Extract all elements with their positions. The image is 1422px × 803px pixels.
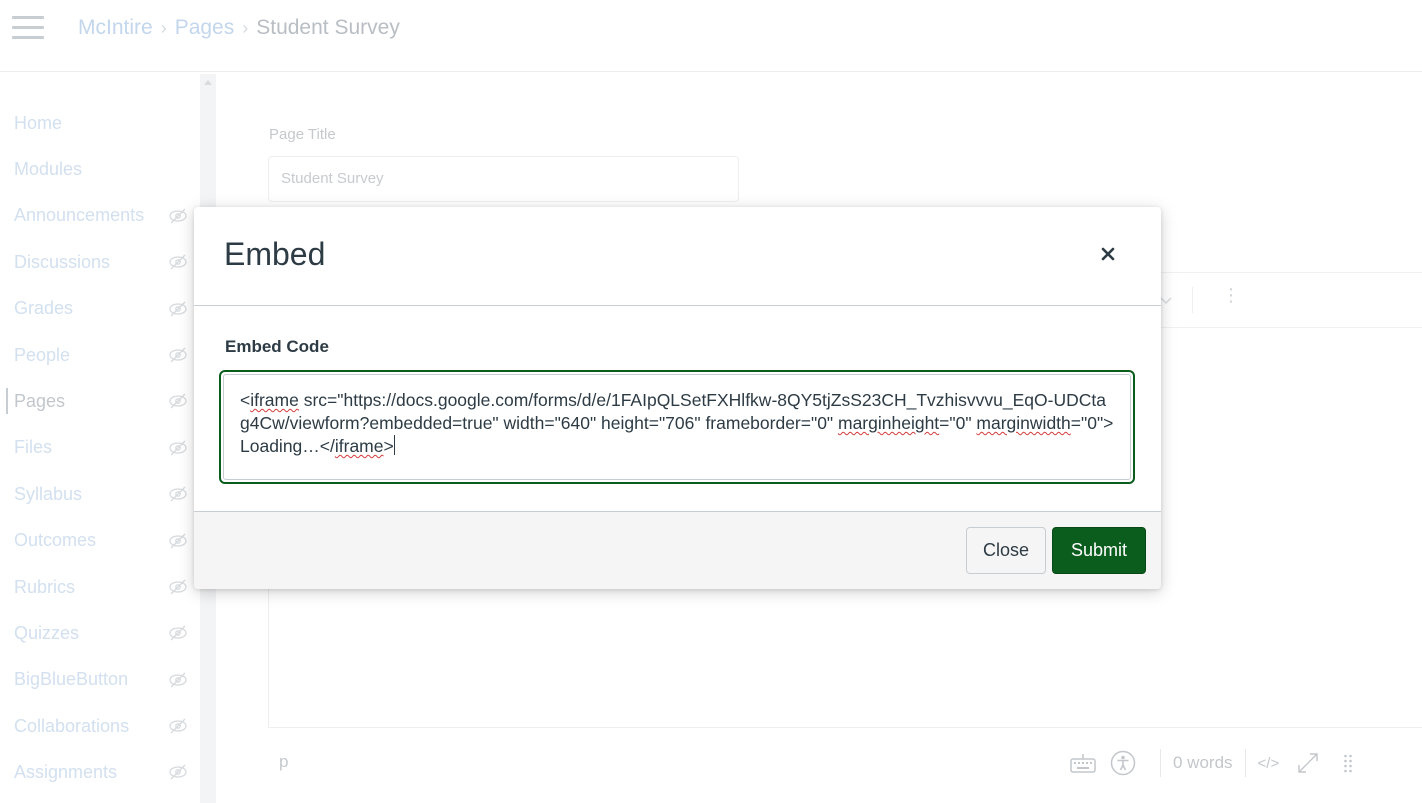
sidebar-item-label: Syllabus xyxy=(14,483,83,504)
modal-body: Embed Code <iframe src="https://docs.goo… xyxy=(194,306,1161,511)
spellcheck-word: iframe xyxy=(250,390,299,410)
embed-modal: Embed Embed Code <iframe src="https://do… xyxy=(194,207,1161,589)
page-title-input[interactable]: Student Survey xyxy=(268,156,739,202)
course-nav: Home Modules Announcements Discussions Grade… xyxy=(0,100,200,796)
sidebar-item-label: Announcements xyxy=(14,205,145,226)
modal-title: Embed xyxy=(224,236,326,272)
spellcheck-word: iframe xyxy=(334,436,384,456)
eye-slash-icon xyxy=(168,485,188,503)
hamburger-icon[interactable] xyxy=(12,16,44,40)
sidebar-item-label: Rubrics xyxy=(14,576,76,597)
word-count: 0 words xyxy=(1173,753,1233,772)
breadcrumb-current: Student Survey xyxy=(256,16,400,39)
breadcrumb-course[interactable]: McIntire xyxy=(78,14,153,42)
sidebar-item-label: Discussions xyxy=(14,251,111,272)
sidebar-item-syllabus[interactable]: Syllabus xyxy=(0,471,200,517)
modal-footer: Close Submit xyxy=(194,511,1161,589)
sidebar-item-label: Collaborations xyxy=(14,715,130,736)
eye-slash-icon xyxy=(168,532,188,550)
eye-slash-icon xyxy=(168,300,188,318)
submit-button[interactable]: Submit xyxy=(1052,527,1146,574)
breadcrumb: McIntire › Pages › Student Survey xyxy=(78,14,400,42)
embed-code-focus-ring: <iframe src="https://docs.google.com/for… xyxy=(219,370,1135,484)
more-options-icon[interactable]: ⋮ xyxy=(1222,285,1240,306)
sidebar-item-label: BigBlueButton xyxy=(14,669,129,690)
breadcrumb-pages[interactable]: Pages xyxy=(175,14,235,42)
sidebar-item-label: Quizzes xyxy=(14,622,80,643)
html-editor-toggle[interactable]: </> xyxy=(1258,755,1280,772)
toolbar-divider xyxy=(1192,287,1193,313)
sidebar-item-quizzes[interactable]: Quizzes xyxy=(0,610,200,656)
embed-code-textarea[interactable]: <iframe src="https://docs.google.com/for… xyxy=(223,374,1131,480)
drag-handle-icon[interactable] xyxy=(1333,748,1363,778)
chevron-down-icon[interactable] xyxy=(1160,293,1172,308)
sidebar-item-label: Grades xyxy=(14,298,74,319)
eye-slash-icon xyxy=(168,717,188,735)
eye-slash-icon xyxy=(168,253,188,271)
sidebar-item-bigbluebutton[interactable]: BigBlueButton xyxy=(0,657,200,703)
close-icon[interactable] xyxy=(1091,237,1125,271)
sidebar-item-label: Assignments xyxy=(14,762,118,783)
eye-slash-icon xyxy=(168,346,188,364)
spellcheck-word: marginwidth xyxy=(976,413,1071,433)
top-bar: McIntire › Pages › Student Survey xyxy=(0,0,1422,72)
accessibility-icon[interactable] xyxy=(1108,748,1138,778)
eye-slash-icon xyxy=(168,207,188,225)
embed-code-label: Embed Code xyxy=(225,337,329,356)
text-caret xyxy=(393,435,395,455)
close-button[interactable]: Close xyxy=(966,527,1046,574)
sidebar-item-modules[interactable]: Modules xyxy=(0,146,200,192)
sidebar-item-label: Modules xyxy=(14,159,83,180)
chevron-right-icon: › xyxy=(160,18,167,38)
sidebar-item-rubrics[interactable]: Rubrics xyxy=(0,564,200,610)
keyboard-icon[interactable] xyxy=(1068,748,1098,778)
eye-slash-icon xyxy=(168,671,188,689)
eye-slash-icon xyxy=(168,392,188,410)
page-title-label: Page Title xyxy=(269,126,336,143)
scroll-up-icon[interactable] xyxy=(204,80,212,85)
eye-slash-icon xyxy=(168,439,188,457)
sidebar-item-grades[interactable]: Grades xyxy=(0,286,200,332)
chevron-right-icon: › xyxy=(242,18,249,38)
editor-path[interactable]: p xyxy=(279,752,288,772)
editor-status-bar: 0 words </> xyxy=(1068,745,1363,781)
eye-slash-icon xyxy=(168,624,188,642)
sidebar-item-label: Outcomes xyxy=(14,530,97,551)
eye-slash-icon xyxy=(168,578,188,596)
sidebar-item-outcomes[interactable]: Outcomes xyxy=(0,518,200,564)
spellcheck-word: marginheight xyxy=(838,413,940,433)
fullscreen-icon[interactable] xyxy=(1293,748,1323,778)
sidebar-item-discussions[interactable]: Discussions xyxy=(0,239,200,285)
sidebar-item-collaborations[interactable]: Collaborations xyxy=(0,703,200,749)
sidebar-item-assignments[interactable]: Assignments xyxy=(0,749,200,795)
sidebar-item-home[interactable]: Home xyxy=(0,100,200,146)
sidebar-item-label: Pages xyxy=(14,391,66,412)
modal-header: Embed xyxy=(194,207,1161,306)
sidebar-item-pages[interactable]: Pages xyxy=(0,378,200,424)
sidebar-item-announcements[interactable]: Announcements xyxy=(0,193,200,239)
sidebar-item-label: Files xyxy=(14,437,53,458)
editor-toolbar: ⋮ xyxy=(1140,272,1422,328)
sidebar-item-label: People xyxy=(14,344,71,365)
sidebar-item-people[interactable]: People xyxy=(0,332,200,378)
sidebar-item-label: Home xyxy=(14,112,63,133)
sidebar-item-files[interactable]: Files xyxy=(0,425,200,471)
eye-slash-icon xyxy=(168,763,188,781)
